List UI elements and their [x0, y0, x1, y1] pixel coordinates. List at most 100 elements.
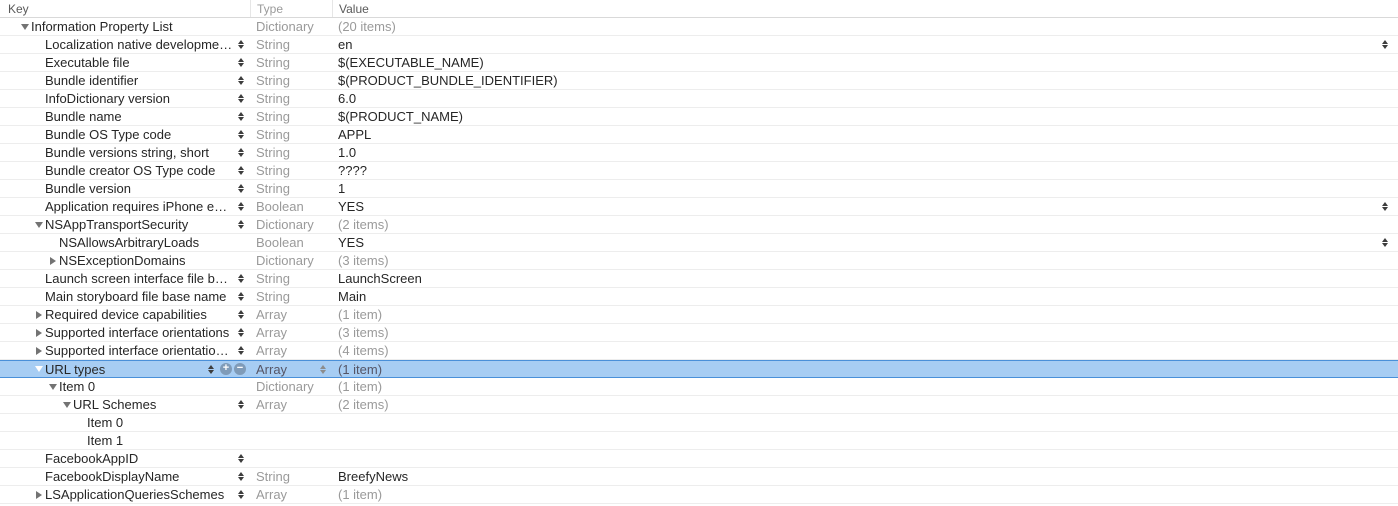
key-cell[interactable]: NSAllowsArbitraryLoads: [0, 235, 250, 250]
value-cell[interactable]: 6.0: [332, 91, 1398, 106]
key-cell[interactable]: FacebookDisplayName: [0, 469, 250, 484]
key-stepper-icon[interactable]: [236, 76, 246, 85]
value-cell[interactable]: (3 items): [332, 253, 1398, 268]
remove-row-button[interactable]: −: [234, 363, 246, 375]
key-stepper-icon[interactable]: [236, 58, 246, 67]
column-header-value[interactable]: Value: [332, 0, 1398, 17]
key-cell[interactable]: NSExceptionDomains: [0, 253, 250, 268]
value-cell[interactable]: (20 items): [332, 19, 1398, 34]
add-row-button[interactable]: +: [220, 363, 232, 375]
key-cell[interactable]: Bundle creator OS Type code: [0, 163, 250, 178]
key-cell[interactable]: Supported interface orientations: [0, 325, 250, 340]
value-cell[interactable]: (1 item): [332, 362, 1398, 377]
key-cell[interactable]: Bundle name: [0, 109, 250, 124]
value-stepper-icon[interactable]: [1380, 202, 1390, 211]
type-cell[interactable]: Array: [250, 325, 332, 340]
type-cell[interactable]: String: [250, 289, 332, 304]
disclosure-triangle-icon[interactable]: [34, 220, 43, 229]
table-row[interactable]: URL types + − Array(1 item): [0, 360, 1398, 378]
key-cell[interactable]: Main storyboard file base name: [0, 289, 250, 304]
key-cell[interactable]: Information Property List: [0, 19, 250, 34]
key-cell[interactable]: Bundle versions string, short: [0, 145, 250, 160]
type-cell[interactable]: String: [250, 73, 332, 88]
table-row[interactable]: FacebookDisplayNameStringBreefyNews: [0, 468, 1398, 486]
key-cell[interactable]: Localization native development re...: [0, 37, 250, 52]
key-stepper-icon[interactable]: [236, 346, 246, 355]
key-stepper-icon[interactable]: [236, 472, 246, 481]
value-cell[interactable]: YES: [332, 199, 1398, 214]
key-stepper-icon[interactable]: [236, 40, 246, 49]
disclosure-triangle-icon[interactable]: [48, 382, 57, 391]
key-stepper-icon[interactable]: [236, 184, 246, 193]
disclosure-triangle-icon[interactable]: [34, 490, 43, 499]
value-cell[interactable]: (4 items): [332, 343, 1398, 358]
type-cell[interactable]: Dictionary: [250, 19, 332, 34]
type-cell[interactable]: Dictionary: [250, 253, 332, 268]
table-row[interactable]: Bundle nameString$(PRODUCT_NAME): [0, 108, 1398, 126]
value-cell[interactable]: $(EXECUTABLE_NAME): [332, 55, 1398, 70]
value-cell[interactable]: (1 item): [332, 307, 1398, 322]
key-stepper-icon[interactable]: [236, 112, 246, 121]
value-cell[interactable]: LaunchScreen: [332, 271, 1398, 286]
value-cell[interactable]: ????: [332, 163, 1398, 178]
type-cell[interactable]: Array: [250, 487, 332, 502]
key-stepper-icon[interactable]: [236, 292, 246, 301]
table-row[interactable]: InfoDictionary versionString6.0: [0, 90, 1398, 108]
type-cell[interactable]: Boolean: [250, 199, 332, 214]
table-row[interactable]: Bundle OS Type codeStringAPPL: [0, 126, 1398, 144]
table-row[interactable]: LSApplicationQueriesSchemesArray(1 item): [0, 486, 1398, 504]
table-row[interactable]: Item 1: [0, 432, 1398, 450]
key-cell[interactable]: Item 0: [0, 379, 250, 394]
key-stepper-icon[interactable]: [236, 94, 246, 103]
key-stepper-icon[interactable]: [236, 130, 246, 139]
value-cell[interactable]: (2 items): [332, 397, 1398, 412]
value-cell[interactable]: BreefyNews: [332, 469, 1398, 484]
value-cell[interactable]: Main: [332, 289, 1398, 304]
value-cell[interactable]: en: [332, 37, 1398, 52]
value-cell[interactable]: $(PRODUCT_BUNDLE_IDENTIFIER): [332, 73, 1398, 88]
table-row[interactable]: Executable fileString$(EXECUTABLE_NAME): [0, 54, 1398, 72]
key-cell[interactable]: Bundle OS Type code: [0, 127, 250, 142]
table-row[interactable]: NSAppTransportSecurityDictionary(2 items…: [0, 216, 1398, 234]
table-row[interactable]: Information Property ListDictionary(20 i…: [0, 18, 1398, 36]
key-stepper-icon[interactable]: [236, 328, 246, 337]
key-cell[interactable]: URL types + −: [0, 362, 250, 377]
key-stepper-icon[interactable]: [236, 400, 246, 409]
key-cell[interactable]: Item 1: [0, 433, 250, 448]
key-stepper-icon[interactable]: [236, 490, 246, 499]
table-row[interactable]: Item 0Dictionary(1 item): [0, 378, 1398, 396]
table-row[interactable]: Supported interface orientations (i...Ar…: [0, 342, 1398, 360]
key-stepper-icon[interactable]: [236, 274, 246, 283]
table-row[interactable]: Application requires iPhone enviro...Boo…: [0, 198, 1398, 216]
type-cell[interactable]: String: [250, 37, 332, 52]
key-cell[interactable]: NSAppTransportSecurity: [0, 217, 250, 232]
key-cell[interactable]: LSApplicationQueriesSchemes: [0, 487, 250, 502]
type-cell[interactable]: String: [250, 145, 332, 160]
value-cell[interactable]: (3 items): [332, 325, 1398, 340]
table-row[interactable]: Bundle identifierString$(PRODUCT_BUNDLE_…: [0, 72, 1398, 90]
type-cell[interactable]: String: [250, 109, 332, 124]
value-stepper-icon[interactable]: [1380, 40, 1390, 49]
key-cell[interactable]: Bundle identifier: [0, 73, 250, 88]
type-cell[interactable]: Array: [250, 362, 332, 377]
disclosure-triangle-icon[interactable]: [20, 22, 29, 31]
value-cell[interactable]: 1.0: [332, 145, 1398, 160]
key-stepper-icon[interactable]: [236, 148, 246, 157]
type-cell[interactable]: Boolean: [250, 235, 332, 250]
table-row[interactable]: Bundle versions string, shortString1.0: [0, 144, 1398, 162]
key-cell[interactable]: Application requires iPhone enviro...: [0, 199, 250, 214]
type-cell[interactable]: Dictionary: [250, 379, 332, 394]
type-stepper-icon[interactable]: [318, 365, 328, 374]
table-row[interactable]: Supported interface orientationsArray(3 …: [0, 324, 1398, 342]
key-stepper-icon[interactable]: [206, 365, 216, 374]
table-row[interactable]: Localization native development re...Str…: [0, 36, 1398, 54]
value-cell[interactable]: (1 item): [332, 379, 1398, 394]
type-cell[interactable]: String: [250, 55, 332, 70]
key-stepper-icon[interactable]: [236, 454, 246, 463]
value-cell[interactable]: APPL: [332, 127, 1398, 142]
key-cell[interactable]: URL Schemes: [0, 397, 250, 412]
type-cell[interactable]: String: [250, 271, 332, 286]
key-stepper-icon[interactable]: [236, 220, 246, 229]
key-cell[interactable]: Supported interface orientations (i...: [0, 343, 250, 358]
type-cell[interactable]: String: [250, 91, 332, 106]
